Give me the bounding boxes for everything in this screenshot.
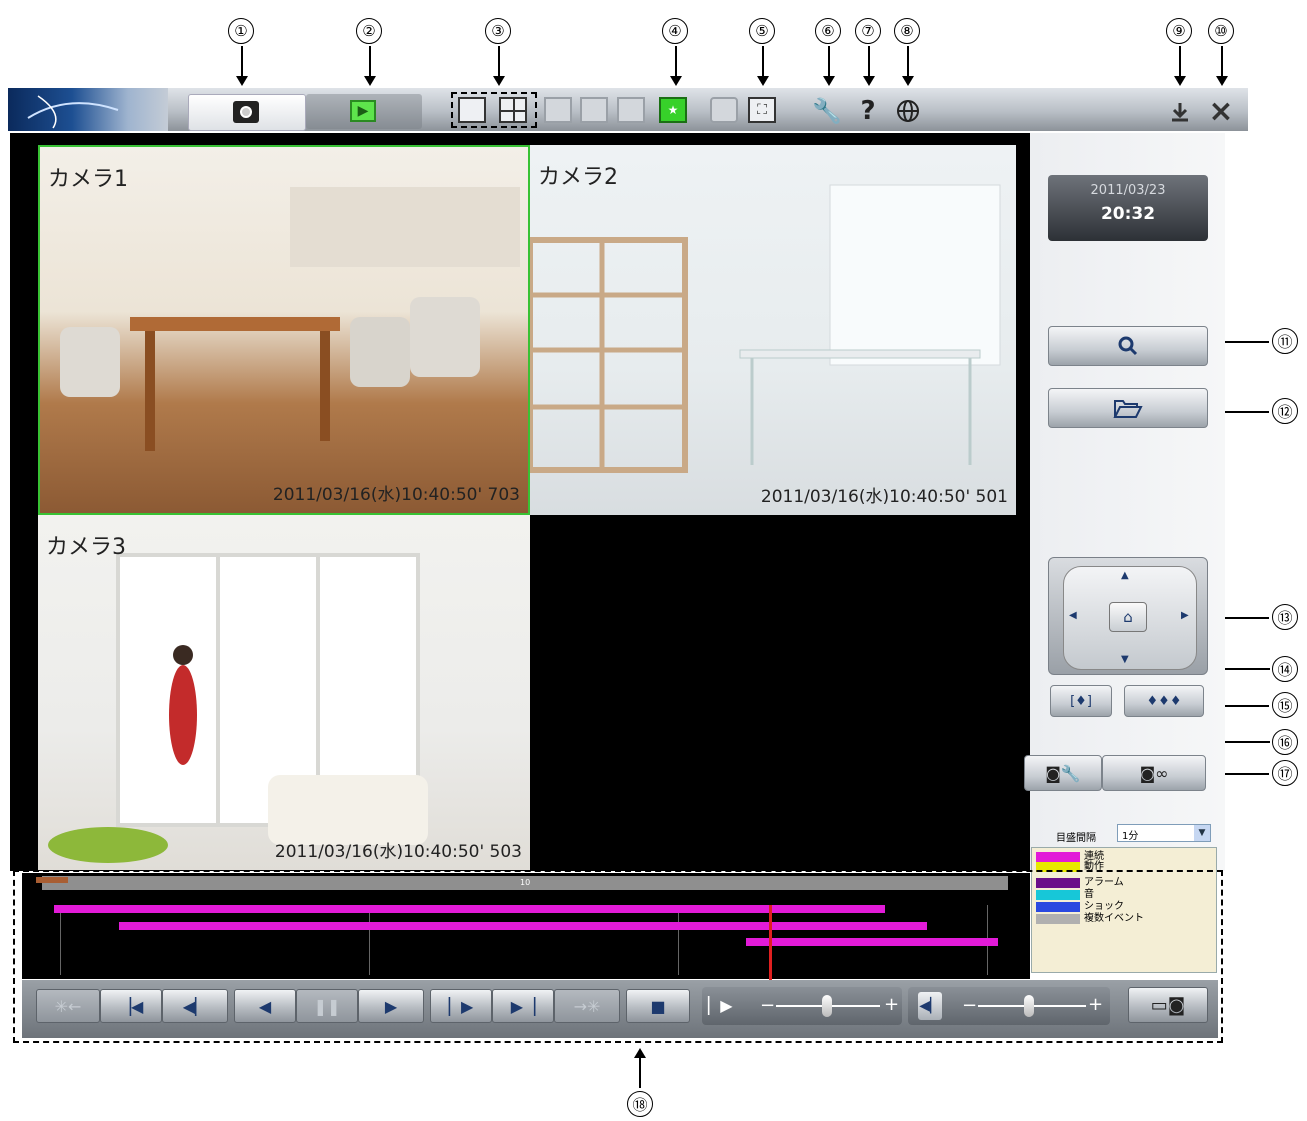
callout-1-arrow <box>236 46 248 86</box>
callout-12: ⑫ <box>1272 398 1298 424</box>
camera-3-tile[interactable]: カメラ3 2011/03/16(水)10:40:50' 503 <box>38 515 530 870</box>
layout-1-button[interactable] <box>458 97 486 123</box>
callout-17: ⑰ <box>1272 760 1298 786</box>
camera-settings-button[interactable]: ◙🔧 <box>1024 755 1102 791</box>
callout-5-arrow <box>757 46 769 86</box>
callout-8: ⑧ <box>894 18 920 44</box>
study-scene <box>530 184 1001 473</box>
callout-3-arrow <box>493 46 505 86</box>
ptz-down-icon[interactable]: ▼ <box>1121 654 1129 665</box>
ptz-home-button[interactable]: ⌂ <box>1109 602 1147 632</box>
callout-11: ⑪ <box>1272 328 1298 354</box>
play-icon: ▶ <box>350 100 376 122</box>
chevron-down-icon[interactable]: ▼ <box>1194 825 1210 841</box>
ptz-up-icon[interactable]: ▲ <box>1121 570 1129 581</box>
callout-3: ③ <box>485 18 511 44</box>
callout-2: ② <box>356 18 382 44</box>
app-logo <box>8 88 168 131</box>
close-icon[interactable]: × <box>1207 94 1235 129</box>
callout-13: ⑬ <box>1272 604 1298 630</box>
live-mode-button[interactable] <box>188 94 306 131</box>
living-scene <box>48 553 428 863</box>
callout-9-arrow <box>1174 46 1186 86</box>
sequence-button[interactable]: ★ <box>659 97 687 123</box>
callout-15: ⑮ <box>1272 692 1298 718</box>
camera-view-button[interactable] <box>710 97 738 123</box>
date-text: 2011/03/23 <box>1090 183 1166 198</box>
callout-14: ⑭ <box>1272 656 1298 682</box>
callout-7-arrow <box>863 46 875 86</box>
camera-3-timestamp: 2011/03/16(水)10:40:50' 503 <box>274 842 522 862</box>
camera-2-label: カメラ2 <box>538 165 618 190</box>
layout-16-button[interactable] <box>617 97 645 123</box>
scale-label: 目盛間隔 <box>1056 833 1096 844</box>
camera-link-button[interactable]: ◙∞ <box>1102 755 1206 791</box>
zoom-icon: [♦] <box>1070 693 1092 709</box>
dining-scene <box>60 187 520 451</box>
time-text: 20:32 <box>1100 204 1156 224</box>
camera-link-icon: ◙∞ <box>1139 763 1169 783</box>
folder-open-icon <box>1113 400 1143 418</box>
callout-6: ⑥ <box>815 18 841 44</box>
ptz-control[interactable]: ▲ ▼ ◀ ▶ ⌂ <box>1048 557 1208 675</box>
camera-3-label: カメラ3 <box>46 535 126 560</box>
ptz-left-icon[interactable]: ◀ <box>1069 610 1077 621</box>
globe-icon[interactable] <box>893 96 923 126</box>
callout-4: ④ <box>662 18 688 44</box>
ptz-right-icon[interactable]: ▶ <box>1181 610 1189 621</box>
callout-10: ⑩ <box>1208 18 1234 44</box>
minimize-icon[interactable] <box>1166 97 1194 127</box>
callout-4-arrow <box>670 46 682 86</box>
legend-color-continuous <box>1036 852 1080 862</box>
camera-1-label: カメラ1 <box>48 167 128 192</box>
camera-2-timestamp: 2011/03/16(水)10:40:50' 501 <box>760 487 1008 507</box>
camera-1-timestamp: 2011/03/16(水)10:40:50' 703 <box>272 485 520 505</box>
layout-6-button[interactable] <box>544 97 572 123</box>
zoom-button[interactable]: [♦] <box>1050 685 1112 717</box>
callout-16: ⑯ <box>1272 729 1298 755</box>
callout-2-arrow <box>364 46 376 86</box>
camera-wrench-icon: ◙🔧 <box>1045 763 1081 783</box>
home-icon: ⌂ <box>1123 608 1133 626</box>
camera-2-tile[interactable]: カメラ2 2011/03/16(水)10:40:50' 501 <box>530 145 1016 515</box>
search-icon <box>1118 336 1138 356</box>
star-icon: ★ <box>667 103 679 117</box>
fullscreen-icon: ⛶ <box>757 102 767 118</box>
callout-7: ⑦ <box>855 18 881 44</box>
camera-lens-icon <box>233 101 259 123</box>
datetime-display: 2011/03/23 20:32 <box>1048 175 1208 241</box>
callout-18: ⑱ <box>627 1091 653 1117</box>
logo-swirl-icon <box>27 95 119 129</box>
callout-18-arrow <box>634 1048 646 1088</box>
callout-9: ⑨ <box>1166 18 1192 44</box>
preset-icon: ♦♦♦ <box>1146 693 1182 709</box>
scale-select[interactable]: 1分 ▼ <box>1117 824 1211 842</box>
help-icon[interactable]: ? <box>853 96 883 126</box>
layout-9-button[interactable] <box>580 97 608 123</box>
playback-mode-button[interactable]: ▶ <box>306 94 422 129</box>
search-button[interactable] <box>1048 326 1208 366</box>
callout-6-arrow <box>823 46 835 86</box>
callout-1: ① <box>228 18 254 44</box>
camera-1-tile[interactable]: カメラ1 2011/03/16(水)10:40:50' 703 <box>38 145 530 515</box>
controls-highlight <box>13 870 1223 1043</box>
layout-4-button[interactable] <box>499 97 527 123</box>
scale-value: 1分 <box>1122 831 1139 842</box>
fullscreen-button[interactable]: ⛶ <box>748 97 776 123</box>
wrench-icon[interactable]: 🔧 <box>812 96 842 126</box>
callout-5: ⑤ <box>749 18 775 44</box>
callout-8-arrow <box>902 46 914 86</box>
open-folder-button[interactable] <box>1048 388 1208 428</box>
callout-10-arrow <box>1216 46 1228 86</box>
preset-button[interactable]: ♦♦♦ <box>1124 685 1204 717</box>
